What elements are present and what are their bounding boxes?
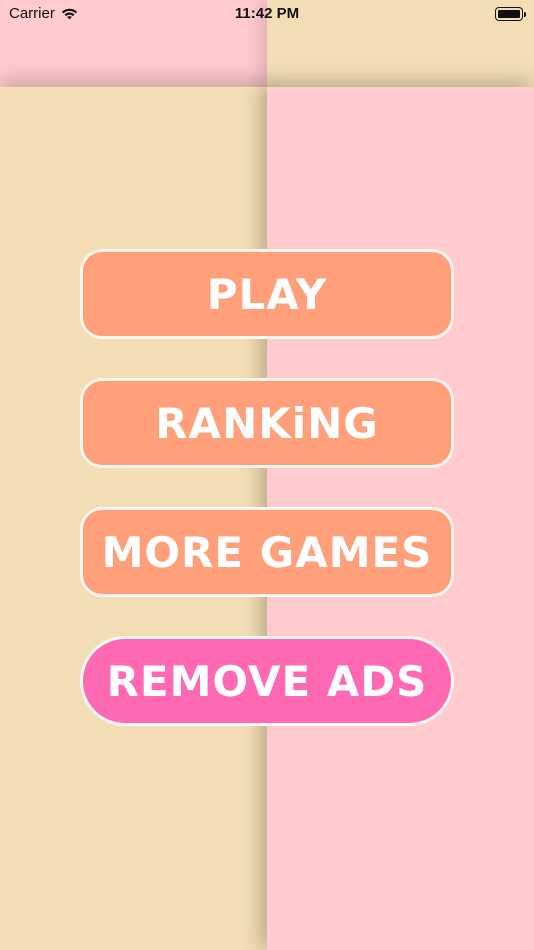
battery-full-icon bbox=[495, 7, 526, 21]
play-button[interactable]: PLAY bbox=[80, 249, 454, 339]
remove-ads-button[interactable]: REMOVE ADS bbox=[80, 636, 454, 726]
status-time: 11:42 PM bbox=[234, 5, 300, 22]
status-bar: Carrier 11:42 PM bbox=[0, 0, 534, 28]
ranking-button[interactable]: RANKiNG bbox=[80, 378, 454, 468]
more-games-button[interactable]: MORE GAMES bbox=[80, 507, 454, 597]
